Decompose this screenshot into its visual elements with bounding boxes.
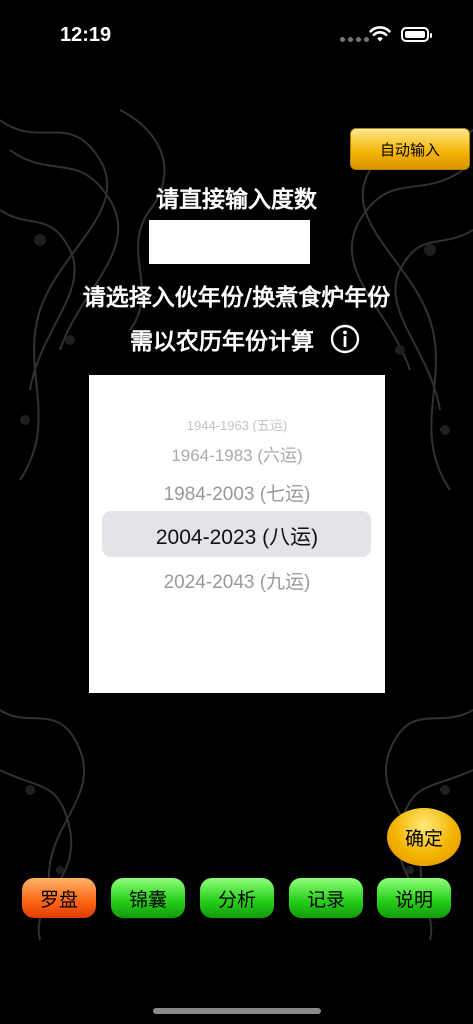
cellular-signal-icon: [340, 37, 369, 42]
picker-option[interactable]: 1984-2003 (七运): [89, 479, 385, 506]
home-indicator[interactable]: [153, 1008, 321, 1014]
info-icon[interactable]: [330, 324, 360, 354]
picker-option[interactable]: 1964-1983 (六运): [89, 441, 385, 466]
degree-input[interactable]: [149, 220, 310, 264]
tab-compass[interactable]: 罗盘: [22, 878, 96, 918]
wifi-icon: [369, 26, 391, 42]
status-time: 12:19: [60, 24, 112, 46]
year-prompt: 请选择入伙年份/换煮食炉年份: [82, 285, 391, 311]
picker-option[interactable]: 1944-1963 (五运): [89, 415, 385, 434]
tab-help[interactable]: 说明: [377, 878, 451, 918]
year-picker[interactable]: 1944-1963 (五运) 1964-1983 (六运) 1984-2003 …: [89, 375, 385, 693]
bottom-tab-bar: 罗盘 锦囊 分析 记录 说明: [22, 878, 452, 918]
tab-tips[interactable]: 锦囊: [111, 878, 185, 918]
degree-prompt: 请直接输入度数: [156, 187, 317, 213]
picker-option-selected[interactable]: 2004-2023 (八运): [89, 521, 385, 551]
lunar-note: 需以农历年份计算: [130, 329, 314, 355]
battery-icon: [401, 27, 432, 42]
tab-records[interactable]: 记录: [289, 878, 363, 918]
lunar-note-row: 需以农历年份计算: [130, 322, 360, 356]
confirm-button[interactable]: 确定: [387, 808, 461, 866]
tab-analysis[interactable]: 分析: [200, 878, 274, 918]
picker-option[interactable]: 2024-2043 (九运): [89, 567, 385, 594]
auto-input-button[interactable]: 自动输入: [350, 128, 470, 170]
status-bar: 12:19: [0, 0, 473, 70]
